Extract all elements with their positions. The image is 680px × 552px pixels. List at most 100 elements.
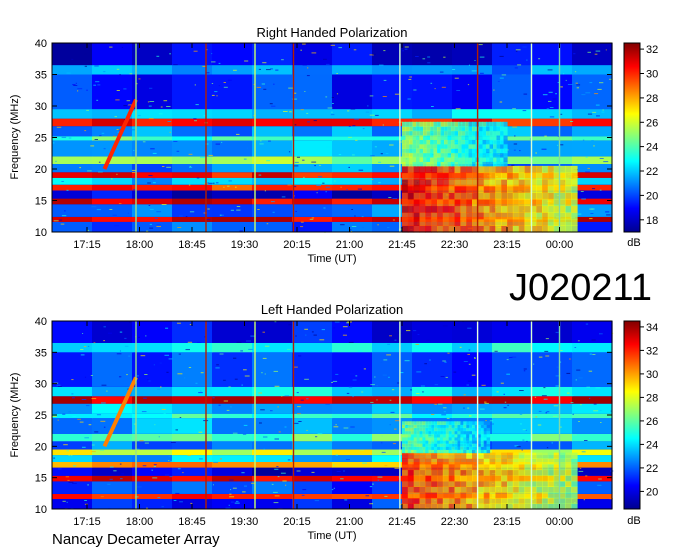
heatmap-noise (189, 211, 195, 213)
heatmap-band (212, 74, 253, 110)
heatmap-burst (440, 143, 445, 149)
heatmap-burst (501, 165, 508, 174)
heatmap-burst (409, 161, 414, 167)
heatmap-burst (402, 152, 407, 158)
heatmap-burst (489, 135, 494, 140)
heatmap-burst (559, 185, 566, 193)
heatmap-burst (437, 480, 444, 487)
x-tick-label: 21:45 (388, 516, 416, 528)
heatmap-noise (334, 180, 336, 182)
heatmap-noise (317, 176, 322, 178)
heatmap-noise (216, 364, 219, 366)
heatmap-band (132, 126, 173, 137)
heatmap-noise (525, 429, 527, 431)
heatmap-band (412, 109, 453, 119)
colorbar-tick-label: 22 (646, 166, 658, 178)
heatmap-noise (268, 140, 271, 142)
heatmap-burst (437, 179, 444, 187)
heatmap-burst (493, 135, 498, 140)
heatmap-burst (454, 475, 461, 482)
heatmap-burst (472, 148, 477, 154)
heatmap-burst (407, 421, 412, 425)
heatmap-band (52, 198, 93, 205)
heatmap-burst (454, 205, 461, 213)
heatmap-burst (477, 165, 485, 174)
heatmap-noise (600, 422, 602, 423)
heatmap-burst (444, 161, 449, 167)
heatmap-burst (402, 463, 409, 471)
heatmap-burst (542, 198, 549, 207)
heatmap-burst (489, 212, 496, 220)
heatmap-burst (437, 475, 444, 482)
heatmap-burst (559, 475, 566, 482)
heatmap-band (132, 204, 173, 217)
heatmap-noise (194, 120, 197, 122)
heatmap-noise (365, 111, 370, 113)
heatmap-noise (369, 486, 373, 488)
heatmap-burst (437, 148, 442, 154)
heatmap-noise (199, 458, 203, 460)
heatmap-noise (60, 223, 65, 225)
heatmap-burst (507, 458, 514, 465)
heatmap-burst (426, 157, 431, 162)
heatmap-burst (559, 218, 566, 226)
heatmap-burst (425, 218, 432, 226)
heatmap-band (92, 172, 133, 178)
heatmap-burst (542, 205, 549, 213)
heatmap-noise (557, 135, 559, 137)
heatmap-burst (559, 172, 566, 180)
heatmap-band (212, 481, 253, 494)
heatmap-burst (524, 205, 531, 213)
heatmap-noise (103, 71, 106, 73)
heatmap-burst (495, 218, 502, 226)
spectrogram-figure: Right Handed Polarization 10152025303540… (9, 25, 658, 548)
heatmap-burst (416, 152, 421, 158)
heatmap-noise (258, 392, 262, 394)
heatmap-band (532, 433, 573, 442)
colorbar-unit: dB (627, 237, 640, 249)
heatmap-burst (431, 179, 438, 187)
heatmap-noise (178, 353, 181, 355)
heatmap-burst (518, 192, 526, 200)
heatmap-burst (496, 121, 501, 127)
heatmap-noise (585, 475, 588, 477)
x-tick-label: 21:00 (336, 516, 364, 528)
heatmap-burst (437, 121, 442, 127)
heatmap-burst (496, 157, 501, 162)
heatmap-band (332, 321, 373, 343)
heatmap-noise (62, 413, 66, 415)
heatmap-burst (402, 198, 409, 207)
heatmap-burst (524, 212, 531, 220)
heatmap-noise (541, 148, 547, 150)
heatmap-noise (300, 109, 304, 111)
heatmap-noise (243, 369, 247, 371)
heatmap-burst (465, 126, 470, 132)
heatmap-burst (512, 179, 520, 187)
heatmap-noise (190, 502, 193, 504)
heatmap-burst (465, 157, 470, 162)
heatmap-band (572, 449, 613, 456)
heatmap-noise (97, 84, 101, 86)
heatmap-burst (413, 192, 421, 200)
heatmap-burst (536, 205, 543, 213)
heatmap-noise (594, 93, 599, 95)
heatmap-noise (317, 433, 323, 435)
heatmap-noise (541, 395, 547, 397)
heatmap-noise (586, 386, 590, 388)
heatmap-noise (370, 155, 375, 157)
heatmap-noise (499, 77, 504, 79)
heatmap-burst (547, 458, 555, 465)
heatmap-noise (241, 472, 245, 474)
heatmap-band (452, 109, 493, 119)
heatmap-band (332, 216, 373, 222)
heatmap-noise (281, 59, 284, 61)
heatmap-noise (352, 396, 354, 398)
heatmap-noise (575, 379, 577, 381)
heatmap-noise (447, 352, 450, 354)
heatmap-burst (454, 126, 459, 132)
heatmap-burst (495, 192, 502, 200)
heatmap-burst (496, 139, 501, 145)
heatmap-noise (223, 379, 226, 381)
heatmap-noise (71, 58, 74, 60)
heatmap-noise (84, 503, 88, 505)
